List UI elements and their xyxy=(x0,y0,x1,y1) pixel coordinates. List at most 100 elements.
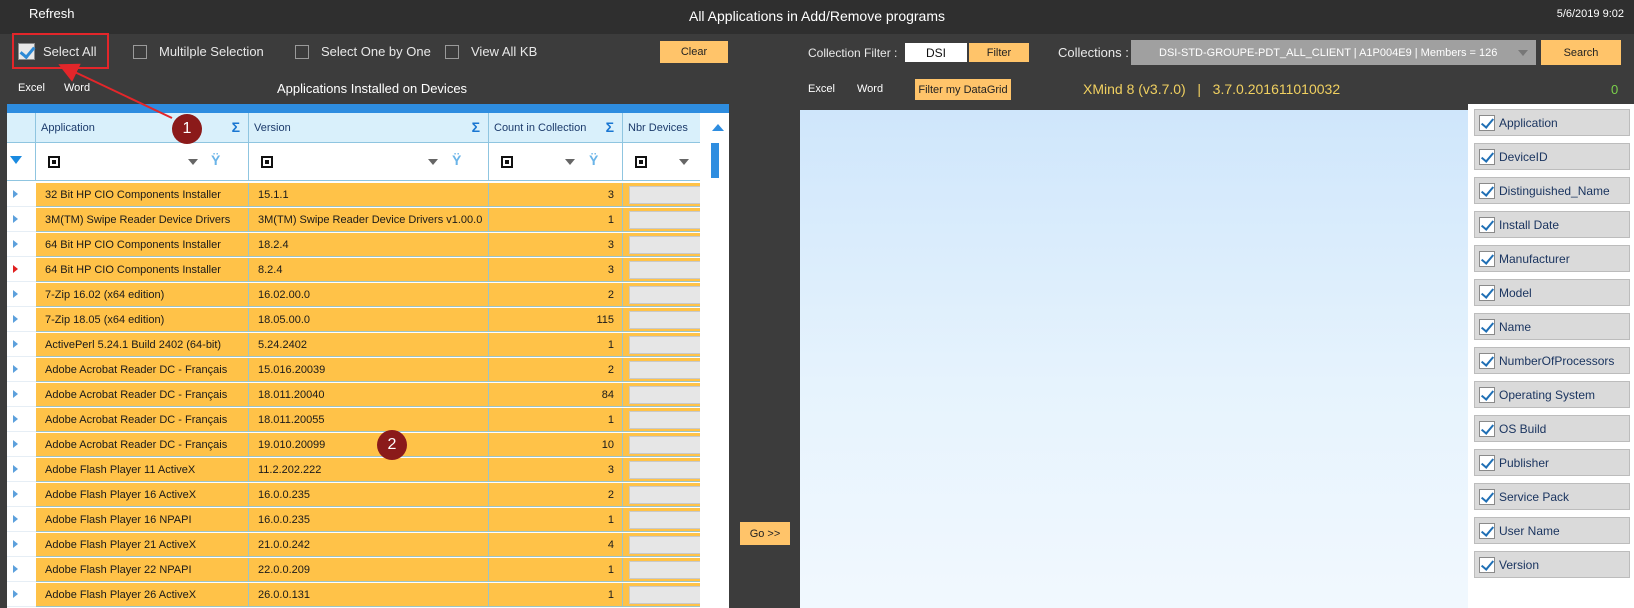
row-indicator[interactable] xyxy=(7,458,36,482)
view-all-kb-checkbox[interactable] xyxy=(445,44,459,59)
cell-count[interactable]: 10 xyxy=(489,433,623,457)
cell-nbr-devices[interactable] xyxy=(623,333,700,357)
column-header-application[interactable]: Application Σ xyxy=(36,113,249,143)
nbr-devices-box[interactable] xyxy=(629,486,700,504)
select-all-checkbox[interactable] xyxy=(18,43,35,60)
nbr-devices-box[interactable] xyxy=(629,561,700,579)
device-results-grid[interactable] xyxy=(800,110,1468,608)
column-toggle-checkbox[interactable] xyxy=(1479,318,1495,335)
row-indicator[interactable] xyxy=(7,408,36,432)
cell-application[interactable]: ActivePerl 5.24.1 Build 2402 (64-bit) xyxy=(36,333,249,357)
chevron-down-icon[interactable] xyxy=(188,159,198,165)
nbr-devices-box[interactable] xyxy=(629,336,700,354)
select-one-by-one-option[interactable]: Select One by One xyxy=(295,44,431,59)
row-indicator[interactable] xyxy=(7,433,36,457)
table-row[interactable]: Adobe Acrobat Reader DC - Français 15.016… xyxy=(7,358,700,382)
column-toggle-item[interactable]: Install Date xyxy=(1474,211,1630,238)
row-indicator[interactable] xyxy=(7,558,36,582)
cell-count[interactable]: 2 xyxy=(489,358,623,382)
filter-button[interactable]: Filter xyxy=(969,43,1029,62)
cell-application[interactable]: Adobe Acrobat Reader DC - Français xyxy=(36,433,249,457)
cell-nbr-devices[interactable] xyxy=(623,433,700,457)
sum-icon[interactable]: Σ xyxy=(232,119,240,135)
cell-application[interactable]: Adobe Flash Player 16 ActiveX xyxy=(36,483,249,507)
table-row[interactable]: ActivePerl 5.24.1 Build 2402 (64-bit) 5.2… xyxy=(7,333,700,357)
view-all-kb-option[interactable]: View All KB xyxy=(445,44,537,59)
column-toggle-item[interactable]: User Name xyxy=(1474,517,1630,544)
nbr-devices-box[interactable] xyxy=(629,436,700,454)
cell-application[interactable]: 7-Zip 16.02 (x64 edition) xyxy=(36,283,249,307)
nbr-devices-box[interactable] xyxy=(629,236,700,254)
filter-cell-nbr-devices[interactable] xyxy=(623,143,700,181)
cell-count[interactable]: 2 xyxy=(489,283,623,307)
cell-nbr-devices[interactable] xyxy=(623,283,700,307)
cell-nbr-devices[interactable] xyxy=(623,358,700,382)
table-row[interactable]: Adobe Flash Player 22 NPAPI 22.0.0.209 1 xyxy=(7,558,700,582)
cell-version[interactable]: 21.0.0.242 xyxy=(249,533,489,557)
cell-version[interactable]: 8.2.4 xyxy=(249,258,489,282)
cell-version[interactable]: 16.0.0.235 xyxy=(249,508,489,532)
cell-version[interactable]: 5.24.2402 xyxy=(249,333,489,357)
row-indicator[interactable] xyxy=(7,583,36,607)
cell-version[interactable]: 19.010.20099 xyxy=(249,433,489,457)
cell-count[interactable]: 3 xyxy=(489,458,623,482)
row-indicator[interactable] xyxy=(7,358,36,382)
cell-version[interactable]: 18.05.00.0 xyxy=(249,308,489,332)
clear-filter-icon[interactable]: Ϋ xyxy=(452,152,461,168)
filter-cell-version[interactable]: Ϋ xyxy=(249,143,489,181)
row-indicator[interactable] xyxy=(7,283,36,307)
nbr-devices-box[interactable] xyxy=(629,361,700,379)
table-row[interactable]: Adobe Acrobat Reader DC - Français 18.011… xyxy=(7,408,700,432)
select-all-option[interactable]: Select All xyxy=(18,43,96,60)
select-one-by-one-checkbox[interactable] xyxy=(295,44,309,59)
column-toggle-item[interactable]: Model xyxy=(1474,279,1630,306)
left-word-button[interactable]: Word xyxy=(64,82,90,94)
table-row[interactable]: 64 Bit HP CIO Components Installer 8.2.4 3 xyxy=(7,258,700,282)
cell-nbr-devices[interactable] xyxy=(623,483,700,507)
cell-count[interactable]: 4 xyxy=(489,533,623,557)
cell-count[interactable]: 3 xyxy=(489,258,623,282)
cell-nbr-devices[interactable] xyxy=(623,258,700,282)
cell-version[interactable]: 18.2.4 xyxy=(249,233,489,257)
cell-nbr-devices[interactable] xyxy=(623,308,700,332)
column-toggle-item[interactable]: NumberOfProcessors xyxy=(1474,347,1630,374)
cell-version[interactable]: 16.0.0.235 xyxy=(249,483,489,507)
table-row[interactable]: 64 Bit HP CIO Components Installer 18.2.4… xyxy=(7,233,700,257)
clear-filter-icon[interactable]: Ϋ xyxy=(589,152,598,168)
cell-count[interactable]: 1 xyxy=(489,333,623,357)
cell-application[interactable]: 32 Bit HP CIO Components Installer xyxy=(36,183,249,207)
left-excel-button[interactable]: Excel xyxy=(18,82,45,94)
nbr-devices-box[interactable] xyxy=(629,461,700,479)
cell-nbr-devices[interactable] xyxy=(623,383,700,407)
column-toggle-checkbox[interactable] xyxy=(1479,182,1495,199)
nbr-devices-box[interactable] xyxy=(629,211,700,229)
cell-nbr-devices[interactable] xyxy=(623,183,700,207)
column-toggle-checkbox[interactable] xyxy=(1479,522,1495,539)
chevron-down-icon[interactable] xyxy=(679,159,689,165)
cell-application[interactable]: Adobe Flash Player 26 ActiveX xyxy=(36,583,249,607)
table-row[interactable]: 7-Zip 18.05 (x64 edition) 18.05.00.0 115 xyxy=(7,308,700,332)
table-row[interactable]: Adobe Flash Player 21 ActiveX 21.0.0.242 4 xyxy=(7,533,700,557)
column-toggle-checkbox[interactable] xyxy=(1479,420,1495,437)
search-button[interactable]: Search xyxy=(1541,40,1621,65)
column-toggle-item[interactable]: Publisher xyxy=(1474,449,1630,476)
filter-cell-application[interactable]: Ϋ xyxy=(36,143,249,181)
filter-datagrid-button[interactable]: Filter my DataGrid xyxy=(915,79,1011,100)
clear-filter-icon[interactable]: Ϋ xyxy=(211,152,220,168)
column-toggle-checkbox[interactable] xyxy=(1479,386,1495,403)
column-header-nbr-devices[interactable]: Nbr Devices xyxy=(623,113,700,143)
cell-version[interactable]: 11.2.202.222 xyxy=(249,458,489,482)
table-row[interactable]: Adobe Flash Player 16 NPAPI 16.0.0.235 1 xyxy=(7,508,700,532)
column-toggle-checkbox[interactable] xyxy=(1479,352,1495,369)
scrollbar-thumb[interactable] xyxy=(711,143,719,178)
cell-application[interactable]: Adobe Flash Player 22 NPAPI xyxy=(36,558,249,582)
cell-nbr-devices[interactable] xyxy=(623,583,700,607)
cell-nbr-devices[interactable] xyxy=(623,508,700,532)
nbr-devices-box[interactable] xyxy=(629,536,700,554)
chevron-down-icon[interactable] xyxy=(428,159,438,165)
cell-version[interactable]: 26.0.0.131 xyxy=(249,583,489,607)
cell-application[interactable]: Adobe Acrobat Reader DC - Français xyxy=(36,358,249,382)
column-toggle-item[interactable]: Manufacturer xyxy=(1474,245,1630,272)
cell-application[interactable]: 64 Bit HP CIO Components Installer xyxy=(36,233,249,257)
chevron-down-icon[interactable] xyxy=(565,159,575,165)
